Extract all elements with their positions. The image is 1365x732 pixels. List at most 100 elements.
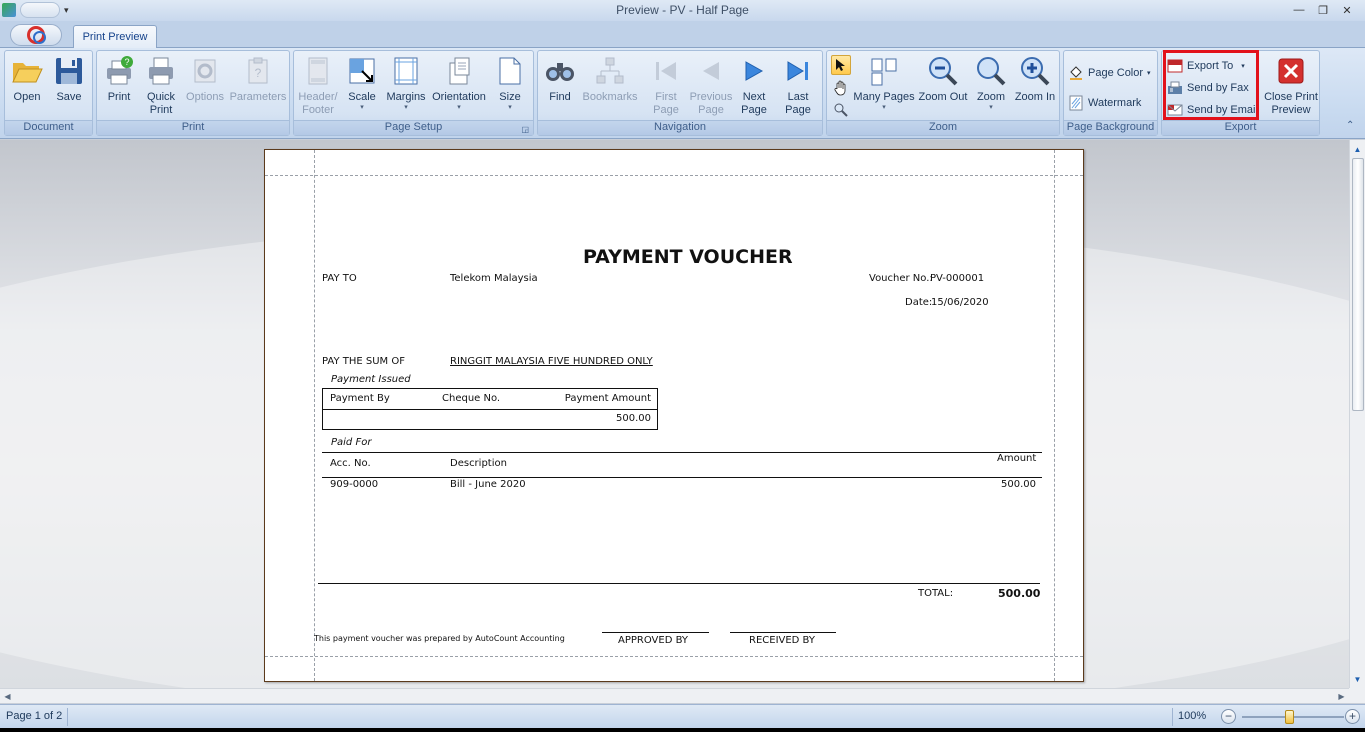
status-bar: Page 1 of 2 100% − + bbox=[0, 704, 1365, 728]
zoom-slider-thumb[interactable] bbox=[1285, 710, 1294, 724]
last-page-label-1: Last bbox=[787, 91, 809, 103]
status-separator bbox=[67, 708, 68, 726]
window-controls: — ❐ ✕ bbox=[1287, 1, 1359, 19]
parameters-icon: ? bbox=[248, 57, 268, 84]
orientation-button[interactable]: Orientation ▾ bbox=[430, 55, 488, 112]
zoom-out-button[interactable]: Zoom Out bbox=[917, 55, 969, 104]
many-pages-button[interactable]: Many Pages ▾ bbox=[853, 55, 915, 112]
last-page-button[interactable]: Last Page bbox=[780, 55, 816, 117]
hand-icon bbox=[834, 80, 846, 96]
title-bar: ▾ Preview - PV - Half Page — ❐ ✕ bbox=[0, 0, 1365, 21]
restore-icon[interactable]: ❐ bbox=[1311, 1, 1335, 19]
scale-icon bbox=[349, 58, 375, 84]
page-color-label: Page Color bbox=[1088, 67, 1144, 79]
quick-print-label-2: Print bbox=[149, 104, 173, 116]
group-page-background: Page Color ▾ Watermark Page Background bbox=[1063, 50, 1158, 136]
many-pages-icon bbox=[871, 58, 897, 86]
minimize-icon[interactable]: — bbox=[1287, 1, 1311, 19]
pay-sum-label: PAY THE SUM OF bbox=[322, 356, 405, 367]
find-button[interactable]: Find bbox=[542, 55, 578, 104]
group-label-page-setup: Page Setup bbox=[294, 120, 533, 135]
magnifier-icon bbox=[834, 103, 848, 117]
bookmarks-button[interactable]: Bookmarks bbox=[582, 55, 638, 104]
vertical-scroll-thumb[interactable] bbox=[1352, 158, 1364, 411]
previous-page-button[interactable]: Previous Page bbox=[688, 55, 734, 117]
zoom-minus-icon[interactable]: − bbox=[1221, 709, 1236, 724]
next-page-button[interactable]: Next Page bbox=[736, 55, 772, 117]
zoom-plus-icon[interactable]: + bbox=[1345, 709, 1360, 724]
scroll-up-icon[interactable]: ▲ bbox=[1350, 141, 1365, 157]
scroll-right-icon[interactable]: ▶ bbox=[1334, 689, 1349, 704]
close-print-preview-label-1: Close Print bbox=[1264, 91, 1318, 103]
voucher-page: PAYMENT VOUCHER PAY TO Telekom Malaysia … bbox=[264, 149, 1084, 682]
preview-canvas[interactable]: PAYMENT VOUCHER PAY TO Telekom Malaysia … bbox=[0, 140, 1349, 688]
collapse-ribbon-icon[interactable]: ⌃ bbox=[1346, 120, 1354, 131]
row-amount: 500.00 bbox=[1001, 479, 1036, 490]
detail-col-amount: Amount bbox=[997, 453, 1037, 464]
header-footer-button[interactable]: Header/ Footer bbox=[296, 55, 340, 117]
scrollbar-corner bbox=[1349, 688, 1365, 703]
next-page-label-2: Page bbox=[741, 104, 767, 116]
options-button[interactable]: Options bbox=[185, 55, 225, 104]
zoom-in-button[interactable]: Zoom In bbox=[1013, 55, 1057, 104]
tab-print-preview[interactable]: Print Preview bbox=[73, 25, 157, 49]
screen-bottom-edge bbox=[0, 728, 1365, 732]
hand-tool-button[interactable] bbox=[831, 78, 851, 98]
options-icon bbox=[194, 59, 216, 83]
window-title: Preview - PV - Half Page bbox=[616, 3, 749, 17]
scale-button[interactable]: Scale ▾ bbox=[344, 55, 380, 112]
print-button[interactable]: ? Print bbox=[101, 55, 137, 104]
open-label: Open bbox=[13, 91, 41, 103]
parameters-button[interactable]: ? Parameters bbox=[229, 55, 287, 104]
watermark-button[interactable]: Watermark bbox=[1068, 93, 1141, 113]
application-menu-button[interactable] bbox=[10, 24, 62, 46]
first-page-button[interactable]: First Page bbox=[646, 55, 686, 117]
group-document: Open Save Document bbox=[4, 50, 93, 136]
horizontal-scrollbar[interactable]: ◀ ▶ bbox=[0, 688, 1349, 703]
page-setup-launcher-icon[interactable]: ◲ bbox=[521, 125, 529, 134]
date-value: 15/06/2020 bbox=[931, 297, 989, 308]
magnifier-tool-button[interactable] bbox=[831, 101, 851, 119]
print-label: Print bbox=[107, 91, 131, 103]
pointer-tool-button[interactable] bbox=[831, 55, 851, 75]
orientation-label: Orientation bbox=[432, 91, 486, 103]
voucher-no-label: Voucher No.: bbox=[869, 273, 933, 284]
last-page-label-2: Page bbox=[785, 104, 811, 116]
zoom-icon bbox=[977, 57, 1006, 86]
scroll-left-icon[interactable]: ◀ bbox=[0, 689, 15, 704]
quick-print-button[interactable]: Quick Print bbox=[143, 55, 179, 117]
paint-bucket-icon bbox=[1070, 66, 1082, 80]
close-window-icon[interactable]: ✕ bbox=[1335, 1, 1359, 19]
pay-to-value: Telekom Malaysia bbox=[450, 273, 538, 284]
application-logo-icon bbox=[27, 26, 46, 44]
zoom-button[interactable]: Zoom ▾ bbox=[973, 55, 1009, 112]
voucher-no-value: PV-000001 bbox=[930, 273, 985, 284]
detail-header-bottom-line bbox=[322, 477, 1042, 478]
page-color-button[interactable]: Page Color ▾ bbox=[1068, 63, 1151, 83]
zoom-in-icon bbox=[1021, 57, 1050, 86]
bottom-margin-guide bbox=[265, 656, 1083, 657]
size-button[interactable]: Size ▾ bbox=[492, 55, 528, 112]
export-highlight-box bbox=[1163, 50, 1259, 120]
vertical-scrollbar[interactable]: ▲ ▼ bbox=[1349, 140, 1365, 688]
open-button[interactable]: Open bbox=[9, 55, 45, 104]
payment-col-cheque: Cheque No. bbox=[442, 393, 501, 404]
previous-page-icon bbox=[703, 62, 719, 80]
top-margin-guide bbox=[265, 175, 1083, 176]
payment-amount-value: 500.00 bbox=[616, 413, 651, 424]
approved-by-label: APPROVED BY bbox=[618, 635, 689, 646]
total-label: TOTAL: bbox=[918, 588, 954, 599]
parameters-label: Parameters bbox=[229, 91, 287, 103]
received-by-label: RECEIVED BY bbox=[749, 635, 815, 646]
save-button[interactable]: Save bbox=[51, 55, 87, 104]
last-page-icon bbox=[787, 61, 808, 81]
binoculars-icon bbox=[546, 63, 574, 81]
scroll-down-icon[interactable]: ▼ bbox=[1350, 671, 1365, 687]
save-label: Save bbox=[56, 91, 82, 103]
close-print-preview-label-2: Preview bbox=[1271, 104, 1311, 116]
close-print-preview-button[interactable]: Close Print Preview bbox=[1262, 55, 1320, 117]
svg-text:?: ? bbox=[124, 57, 129, 67]
margins-button[interactable]: Margins ▾ bbox=[384, 55, 428, 112]
status-separator-zoom bbox=[1172, 708, 1173, 726]
options-label: Options bbox=[186, 91, 224, 103]
